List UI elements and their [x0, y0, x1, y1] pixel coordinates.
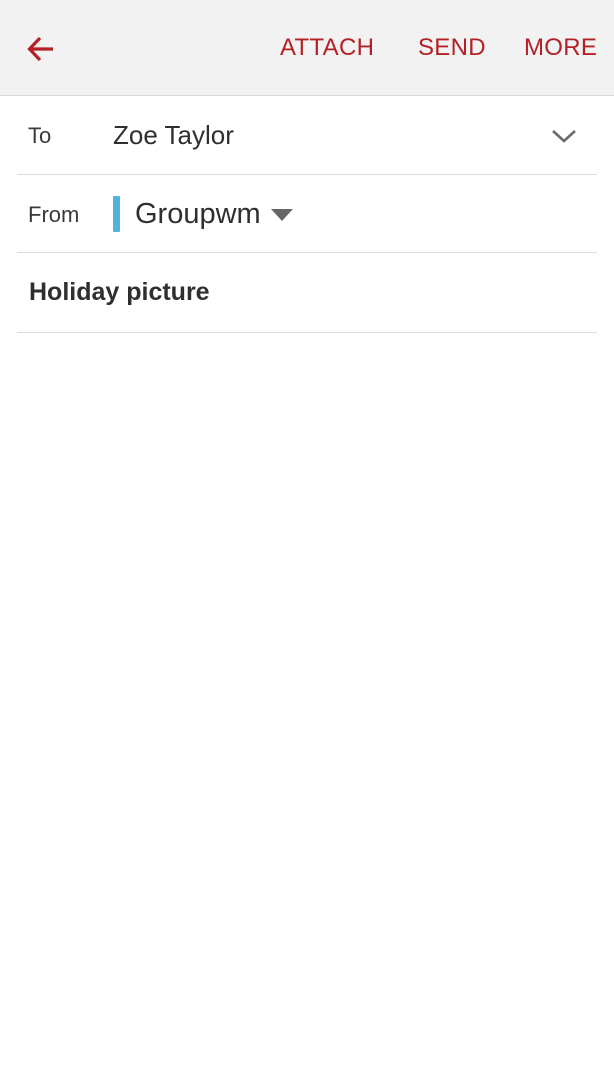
from-account-dropdown[interactable]: Groupwm	[113, 195, 293, 233]
to-row: To Zoe Taylor	[17, 96, 597, 175]
from-account-value: Groupwm	[135, 197, 261, 230]
from-row: From Groupwm	[17, 175, 597, 253]
back-button[interactable]	[18, 26, 64, 72]
compose-screen: ATTACH SEND MORE To Zoe Taylor From Grou…	[0, 0, 614, 1092]
chevron-down-icon	[552, 130, 576, 143]
account-color-indicator	[113, 196, 120, 232]
to-label: To	[28, 123, 52, 148]
attach-button[interactable]: ATTACH	[280, 30, 374, 66]
top-app-bar: ATTACH SEND MORE	[0, 0, 614, 96]
caret-down-icon	[270, 209, 293, 221]
expand-recipients-button[interactable]	[549, 122, 579, 150]
from-label: From	[28, 202, 80, 227]
message-body-field[interactable]	[17, 334, 597, 1074]
subject-row: Holiday picture	[17, 253, 597, 333]
to-field[interactable]: Zoe Taylor	[113, 120, 234, 151]
send-button[interactable]: SEND	[418, 30, 486, 66]
more-button[interactable]: MORE	[524, 30, 597, 66]
arrow-left-icon	[27, 36, 53, 62]
subject-field[interactable]: Holiday picture	[29, 278, 210, 307]
